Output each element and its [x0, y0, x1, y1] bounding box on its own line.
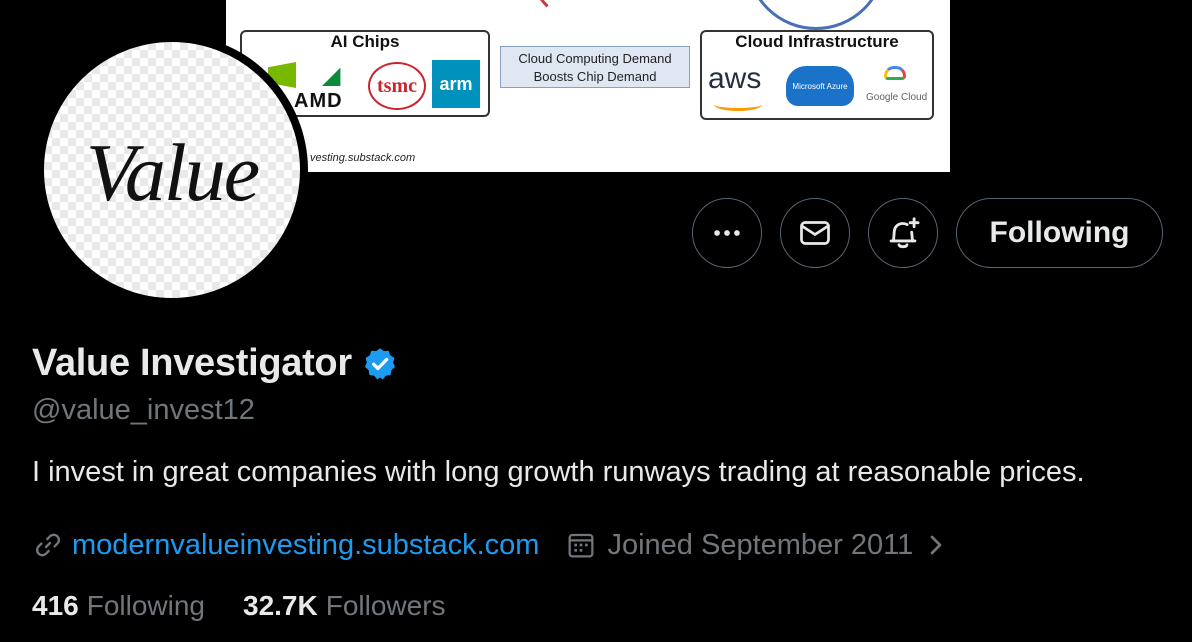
cloud-infrastructure-box: Cloud Infrastructure aws Microsoft Azure…: [700, 30, 934, 120]
calendar-icon: [569, 533, 594, 558]
message-button[interactable]: [780, 198, 850, 268]
banner-arc-blue: [746, 0, 886, 30]
cloud-demand-line2: Boosts Chip Demand: [533, 69, 657, 84]
cloud-demand-box: Cloud Computing Demand Boosts Chip Deman…: [500, 46, 690, 88]
display-name: Value Investigator: [32, 342, 352, 384]
user-handle: @value_invest12: [32, 394, 255, 426]
google-cloud-logo-text: Google Cloud: [866, 92, 928, 103]
following-label: Following: [86, 590, 205, 621]
google-cloud-icon: [884, 66, 906, 80]
arm-logo: arm: [432, 60, 480, 108]
profile-meta-row: modernvalueinvesting.substack.com Joined…: [32, 526, 949, 564]
tsmc-logo: tsmc: [368, 62, 426, 110]
mail-icon: [800, 221, 830, 245]
banner-arc-red: [526, 0, 666, 28]
notifications-button[interactable]: [868, 198, 938, 268]
website-link[interactable]: modernvalueinvesting.substack.com: [32, 529, 539, 562]
following-stat[interactable]: 416 Following: [32, 590, 205, 622]
avatar-logo-text: Value: [85, 127, 260, 218]
ai-chips-title: AI Chips: [330, 32, 400, 51]
more-icon: [714, 230, 740, 236]
chevron-right-icon: [930, 535, 942, 555]
aws-smile-icon: [714, 98, 762, 111]
amd-logo-text: AMD: [294, 90, 343, 112]
display-name-row: Value Investigator: [32, 342, 398, 385]
cloud-demand-line1: Cloud Computing Demand: [518, 51, 672, 66]
avatar-image: Value: [41, 39, 303, 301]
following-count: 416: [32, 590, 79, 621]
profile-page: AI Chips ◢ AMD tsmc arm Cloud Computing …: [0, 0, 1192, 642]
banner-url-text: vesting.substack.com: [310, 152, 416, 164]
cloud-infrastructure-title: Cloud Infrastructure: [735, 32, 899, 51]
profile-bio: I invest in great companies with long gr…: [32, 456, 1085, 488]
bell-plus-icon: [889, 217, 920, 249]
followers-label: Followers: [325, 590, 446, 621]
aws-logo: aws: [708, 62, 762, 95]
more-button[interactable]: [692, 198, 762, 268]
followers-stat[interactable]: 32.7K Followers: [243, 590, 446, 622]
follow-stats: 416 Following 32.7K Followers: [32, 590, 484, 622]
link-icon: [35, 533, 61, 557]
azure-logo: Microsoft Azure: [786, 66, 854, 106]
avatar[interactable]: Value: [36, 34, 308, 306]
website-link-text[interactable]: modernvalueinvesting.substack.com: [72, 529, 539, 562]
joined-date[interactable]: Joined September 2011: [565, 529, 949, 562]
verified-badge-icon[interactable]: [362, 346, 398, 382]
amd-arrow-logo: ◢: [322, 62, 341, 89]
profile-banner[interactable]: AI Chips ◢ AMD tsmc arm Cloud Computing …: [226, 0, 950, 172]
followers-count: 32.7K: [243, 590, 318, 621]
joined-date-text: Joined September 2011: [607, 528, 914, 561]
following-button[interactable]: Following: [956, 198, 1163, 268]
